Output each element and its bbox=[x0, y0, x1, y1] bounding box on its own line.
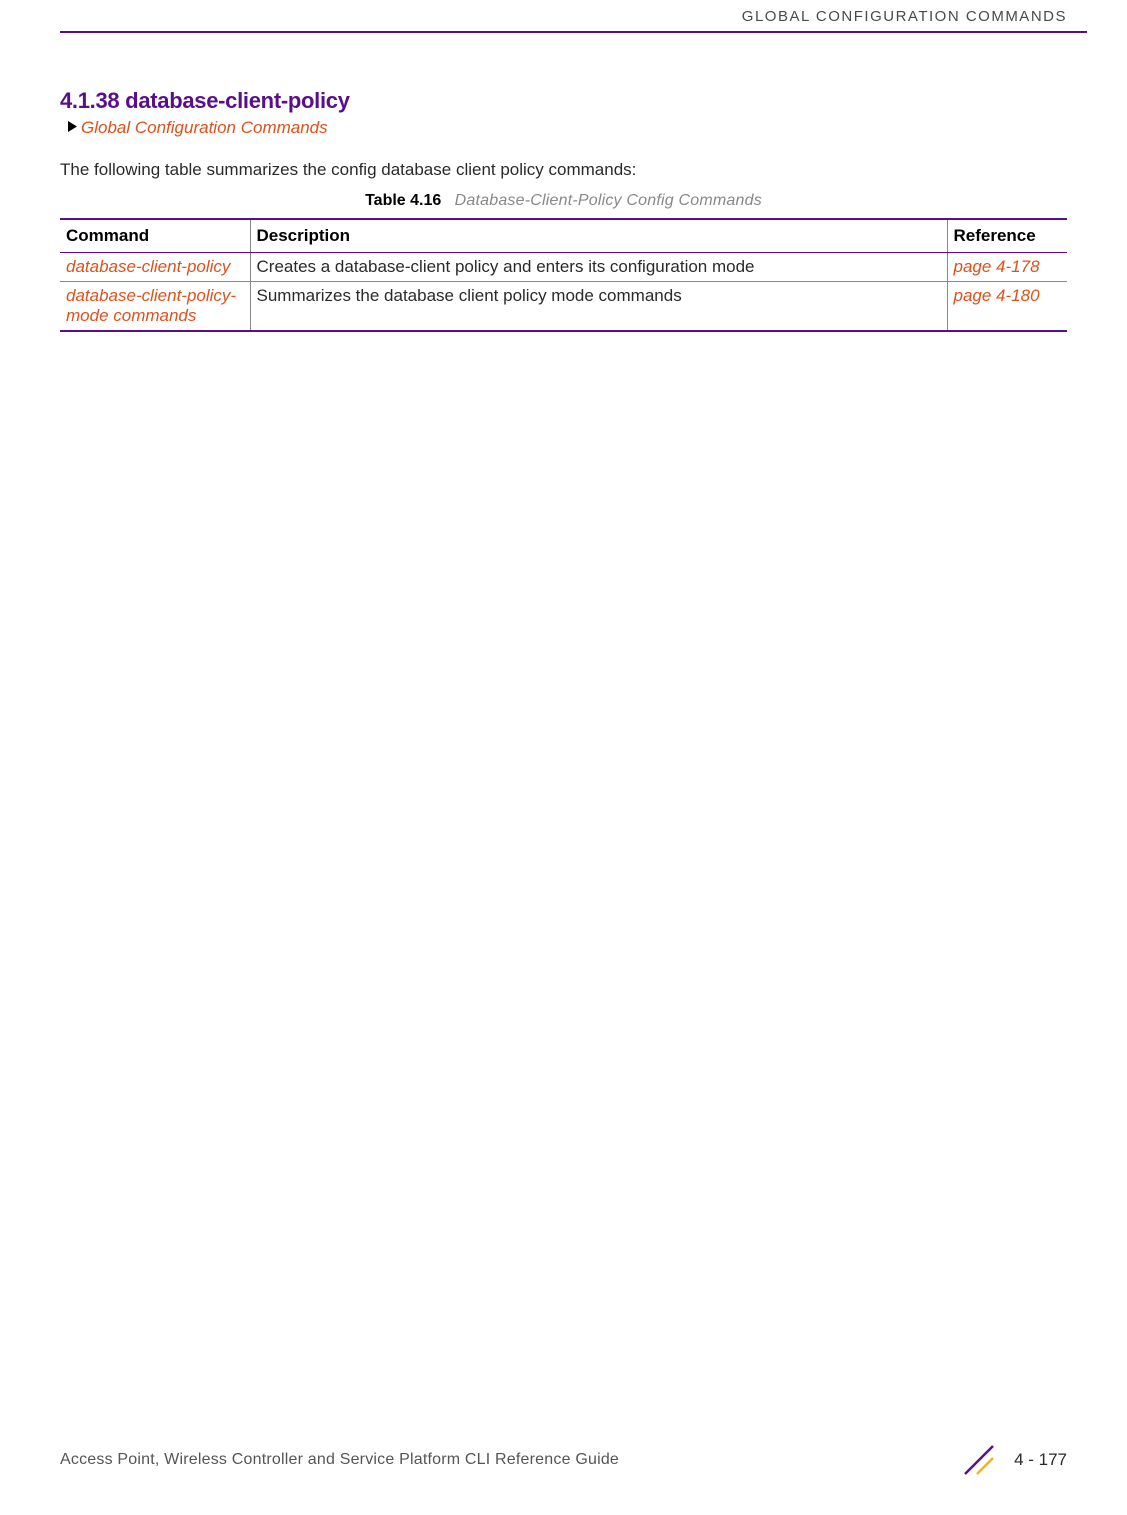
table-caption-label: Table 4.16 bbox=[365, 192, 441, 209]
brand-logo-icon bbox=[962, 1443, 996, 1477]
table-caption-title: Database-Client-Policy Config Commands bbox=[455, 192, 762, 209]
section-heading: 4.1.38 database-client-policy bbox=[60, 88, 1067, 114]
command-link[interactable]: database-client-policy-mode commands bbox=[66, 286, 236, 325]
table-header-reference: Reference bbox=[947, 219, 1067, 253]
table-header-description: Description bbox=[250, 219, 947, 253]
reference-link[interactable]: page 4-180 bbox=[954, 286, 1040, 305]
reference-link[interactable]: page 4-178 bbox=[954, 257, 1040, 276]
table-header-row: Command Description Reference bbox=[60, 219, 1067, 253]
running-header: GLOBAL CONFIGURATION COMMANDS bbox=[0, 0, 1127, 31]
footer-doc-title: Access Point, Wireless Controller and Se… bbox=[60, 1451, 619, 1469]
command-link[interactable]: database-client-policy bbox=[66, 257, 230, 276]
table-cell-description: Creates a database-client policy and ent… bbox=[250, 252, 947, 281]
table-caption: Table 4.16 Database-Client-Policy Config… bbox=[60, 192, 1067, 210]
page-footer: Access Point, Wireless Controller and Se… bbox=[0, 1443, 1127, 1477]
breadcrumb-link[interactable]: Global Configuration Commands bbox=[81, 118, 328, 138]
intro-paragraph: The following table summarizes the confi… bbox=[60, 160, 1067, 180]
footer-right: 4 - 177 bbox=[962, 1443, 1067, 1477]
page-number: 4 - 177 bbox=[1014, 1450, 1067, 1470]
table-cell-description: Summarizes the database client policy mo… bbox=[250, 281, 947, 331]
page-content: 4.1.38 database-client-policy Global Con… bbox=[0, 33, 1127, 332]
table-row: database-client-policy-mode commands Sum… bbox=[60, 281, 1067, 331]
triangle-right-icon bbox=[68, 121, 77, 135]
table-header-command: Command bbox=[60, 219, 250, 253]
breadcrumb: Global Configuration Commands bbox=[60, 118, 1067, 138]
table-row: database-client-policy Creates a databas… bbox=[60, 252, 1067, 281]
commands-table: Command Description Reference database-c… bbox=[60, 218, 1067, 332]
